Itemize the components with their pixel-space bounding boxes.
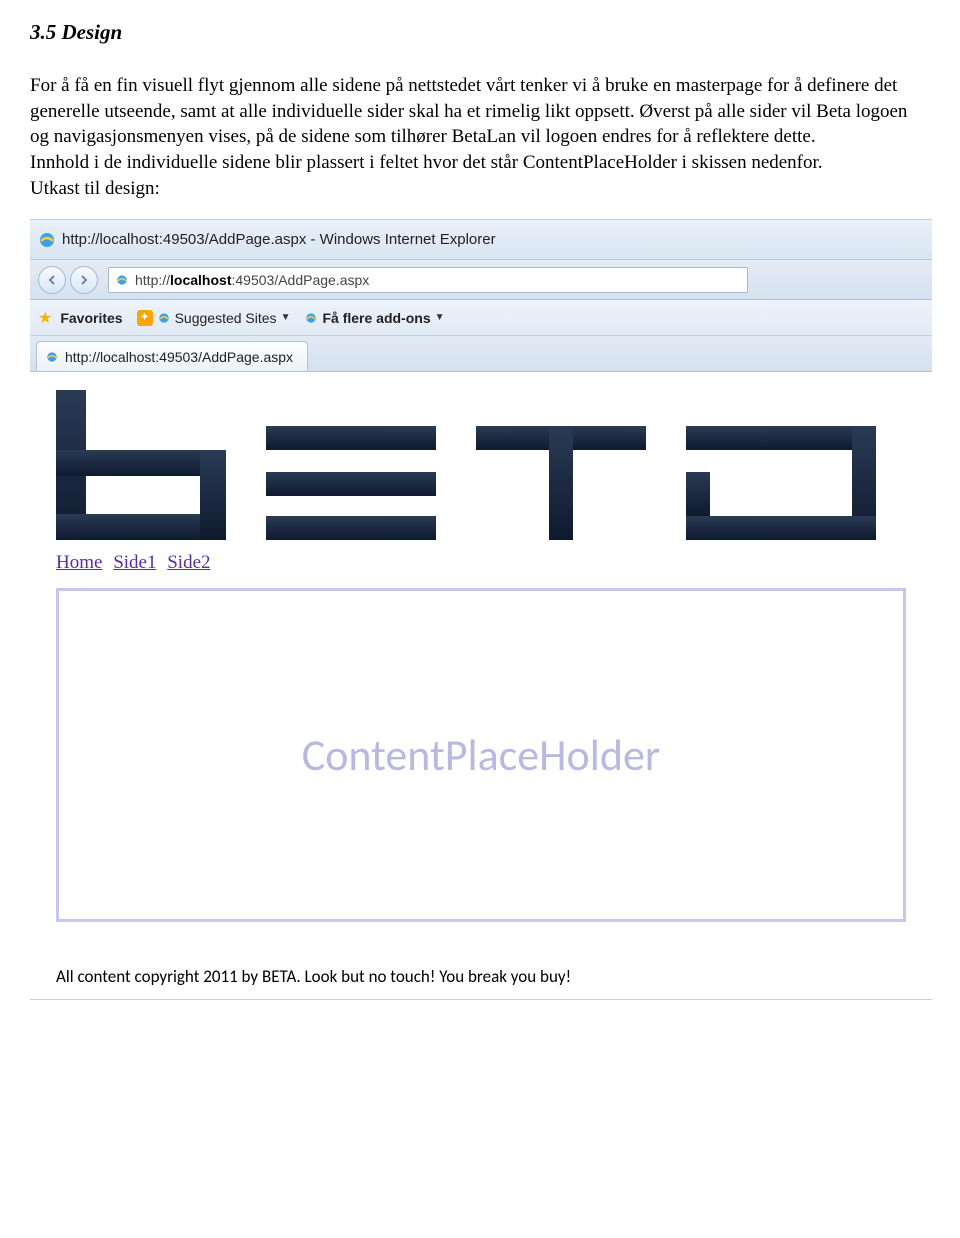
address-input[interactable]: http://localhost:49503/AddPage.aspx [108, 267, 748, 293]
favorites-button[interactable]: ★ Favorites [38, 308, 123, 328]
favorites-label: Favorites [60, 310, 122, 326]
content-placeholder-text: ContentPlaceHolder [302, 728, 660, 782]
section-heading: 3.5 Design [30, 20, 930, 45]
tab-label: http://localhost:49503/AddPage.aspx [65, 349, 293, 365]
paragraph-1: For å få en fin visuell flyt gjennom all… [30, 73, 930, 150]
site-nav: Home Side1 Side2 [56, 552, 906, 574]
tab-bar: http://localhost:49503/AddPage.aspx [30, 336, 932, 372]
ie-icon [38, 231, 56, 249]
paragraph-2: Innhold i de individuelle sidene blir pl… [30, 150, 930, 176]
addons-button[interactable]: Få flere add-ons ▼ [304, 310, 444, 326]
back-button[interactable] [38, 266, 66, 294]
browser-screenshot: http://localhost:49503/AddPage.aspx - Wi… [30, 219, 932, 1000]
forward-button[interactable] [70, 266, 98, 294]
favorites-bar: ★ Favorites ✦ Suggested Sites ▼ Få flere… [30, 300, 932, 336]
chevron-down-icon: ▼ [281, 312, 291, 323]
nav-side1[interactable]: Side1 [113, 552, 156, 573]
chevron-down-icon: ▼ [435, 312, 445, 323]
subtitle: Utkast til design: [30, 176, 930, 202]
url-host: localhost [170, 272, 231, 288]
feed-icon: ✦ [137, 310, 153, 326]
beta-logo [56, 390, 904, 540]
url-prefix: http:// [135, 272, 170, 288]
nav-side2[interactable]: Side2 [167, 552, 210, 573]
ie-small-icon [304, 311, 318, 325]
suggested-sites-label: Suggested Sites [175, 310, 277, 326]
ie-small-icon [45, 350, 59, 364]
star-icon: ★ [38, 308, 52, 328]
address-bar-row: http://localhost:49503/AddPage.aspx [30, 260, 932, 300]
window-title-text: http://localhost:49503/AddPage.aspx - Wi… [62, 231, 496, 248]
suggested-sites-button[interactable]: ✦ Suggested Sites ▼ [137, 310, 291, 326]
page-content: Home Side1 Side2 ContentPlaceHolder All … [30, 372, 932, 1000]
addons-label: Få flere add-ons [322, 310, 430, 326]
browser-tab[interactable]: http://localhost:49503/AddPage.aspx [36, 341, 308, 371]
url-suffix: :49503/AddPage.aspx [232, 272, 370, 288]
nav-home[interactable]: Home [56, 552, 102, 573]
footer-text: All content copyright 2011 by BETA. Look… [56, 966, 906, 987]
window-titlebar: http://localhost:49503/AddPage.aspx - Wi… [30, 220, 932, 260]
ie-small-icon [157, 311, 171, 325]
content-placeholder-box: ContentPlaceHolder [56, 588, 906, 922]
page-icon [115, 273, 129, 287]
